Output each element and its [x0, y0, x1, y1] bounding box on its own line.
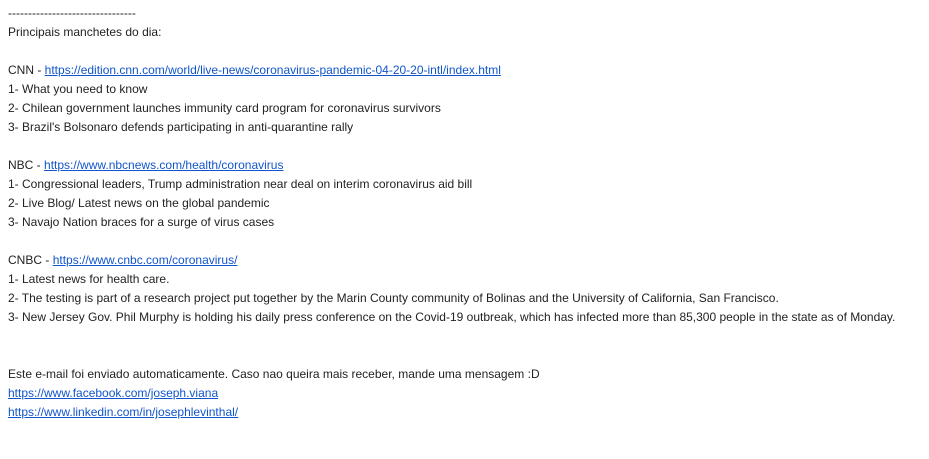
headline-item: 1- What you need to know [8, 82, 148, 96]
headline-item: 2- Live Blog/ Latest news on the global … [8, 196, 270, 210]
source-separator: - [34, 63, 45, 77]
footer-message: Este e-mail foi enviado automaticamente.… [8, 367, 540, 381]
headline-item: 3- New Jersey Gov. Phil Murphy is holdin… [8, 310, 896, 324]
source-separator: - [33, 158, 45, 172]
footer-link-linkedin-row: https://www.linkedin.com/in/josephlevint… [8, 403, 921, 422]
headline-item: 2- Chilean government launches immunity … [8, 101, 441, 115]
divider-line: -------------------------------- [8, 6, 136, 20]
source-name: CNBC [8, 253, 43, 267]
source-header-cnn: CNN - https://edition.cnn.com/world/live… [8, 61, 921, 80]
source-header-nbc: NBC - https://www.nbcnews.com/health/cor… [8, 156, 921, 175]
source-link-cnn[interactable]: https://edition.cnn.com/world/live-news/… [45, 63, 501, 77]
headline-item: 3- Brazil's Bolsonaro defends participat… [8, 120, 354, 134]
footer-link-facebook-row: https://www.facebook.com/joseph.viana [8, 384, 921, 403]
footer-link-facebook[interactable]: https://www.facebook.com/joseph.viana [8, 386, 218, 400]
headline-item: 1- Latest news for health care. [8, 272, 170, 286]
footer-link-linkedin[interactable]: https://www.linkedin.com/in/josephlevint… [8, 405, 238, 419]
headline-item: 3- Navajo Nation braces for a surge of v… [8, 215, 275, 229]
email-body: -------------------------------- Princip… [0, 0, 921, 422]
source-name: NBC [8, 158, 34, 172]
source-link-nbc[interactable]: https://www.nbcnews.com/health/coronavir… [44, 158, 283, 172]
source-header-cnbc: CNBC - https://www.cnbc.com/coronavirus/ [8, 251, 921, 270]
source-name: CNN [8, 63, 34, 77]
headline-item: 1- Congressional leaders, Trump administ… [8, 177, 473, 191]
intro-text: Principais manchetes do dia: [8, 25, 162, 39]
source-separator: - [42, 253, 53, 267]
headline-item: 2- The testing is part of a research pro… [8, 291, 779, 305]
source-link-cnbc[interactable]: https://www.cnbc.com/coronavirus/ [53, 253, 238, 267]
